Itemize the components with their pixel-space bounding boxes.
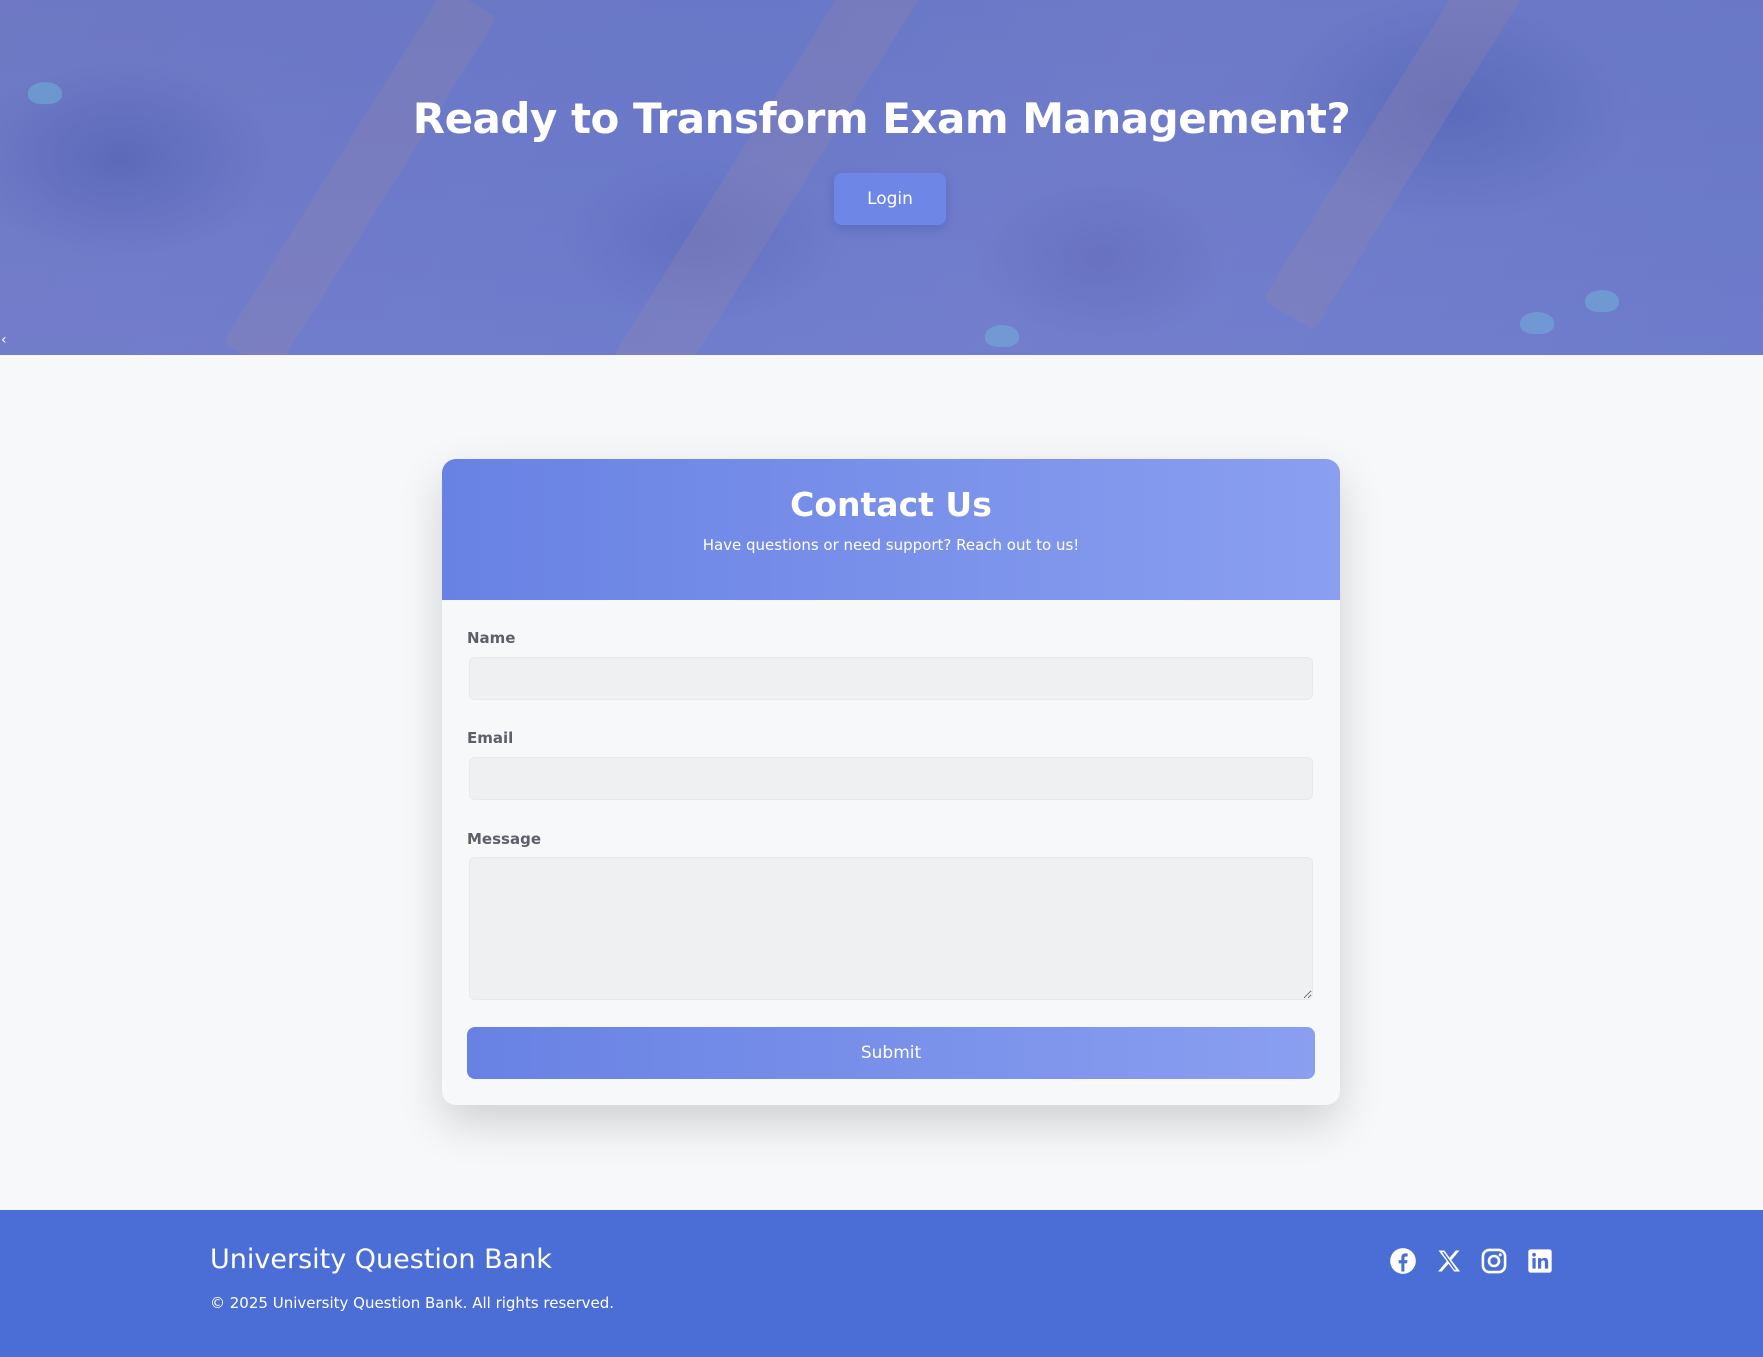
message-field[interactable] xyxy=(469,857,1313,1000)
contact-subtitle: Have questions or need support? Reach ou… xyxy=(702,536,1080,554)
email-label: Email xyxy=(467,729,514,747)
name-field[interactable] xyxy=(469,657,1313,700)
linkedin-icon[interactable] xyxy=(1525,1246,1555,1276)
footer-brand: University Question Bank xyxy=(210,1244,552,1275)
instagram-icon[interactable] xyxy=(1479,1246,1509,1276)
submit-button[interactable]: Submit xyxy=(467,1027,1315,1079)
name-label: Name xyxy=(467,629,516,647)
contact-title: Contact Us xyxy=(790,485,992,524)
contact-card-header: Contact Us Have questions or need suppor… xyxy=(442,459,1340,600)
footer: University Question Bank © 2025 Universi… xyxy=(0,1210,1763,1357)
message-label: Message xyxy=(467,830,541,848)
footer-copyright: © 2025 University Question Bank. All rig… xyxy=(210,1294,615,1312)
x-icon[interactable] xyxy=(1434,1246,1464,1276)
facebook-icon[interactable] xyxy=(1388,1246,1418,1276)
email-field[interactable] xyxy=(469,757,1313,800)
hero-section: Ready to Transform Exam Management? Logi… xyxy=(0,0,1763,355)
chevron-left-icon[interactable]: ‹ xyxy=(1,332,7,348)
login-button[interactable]: Login xyxy=(834,173,946,225)
contact-card: Contact Us Have questions or need suppor… xyxy=(442,459,1340,1105)
hero-title: Ready to Transform Exam Management? xyxy=(412,94,1351,143)
